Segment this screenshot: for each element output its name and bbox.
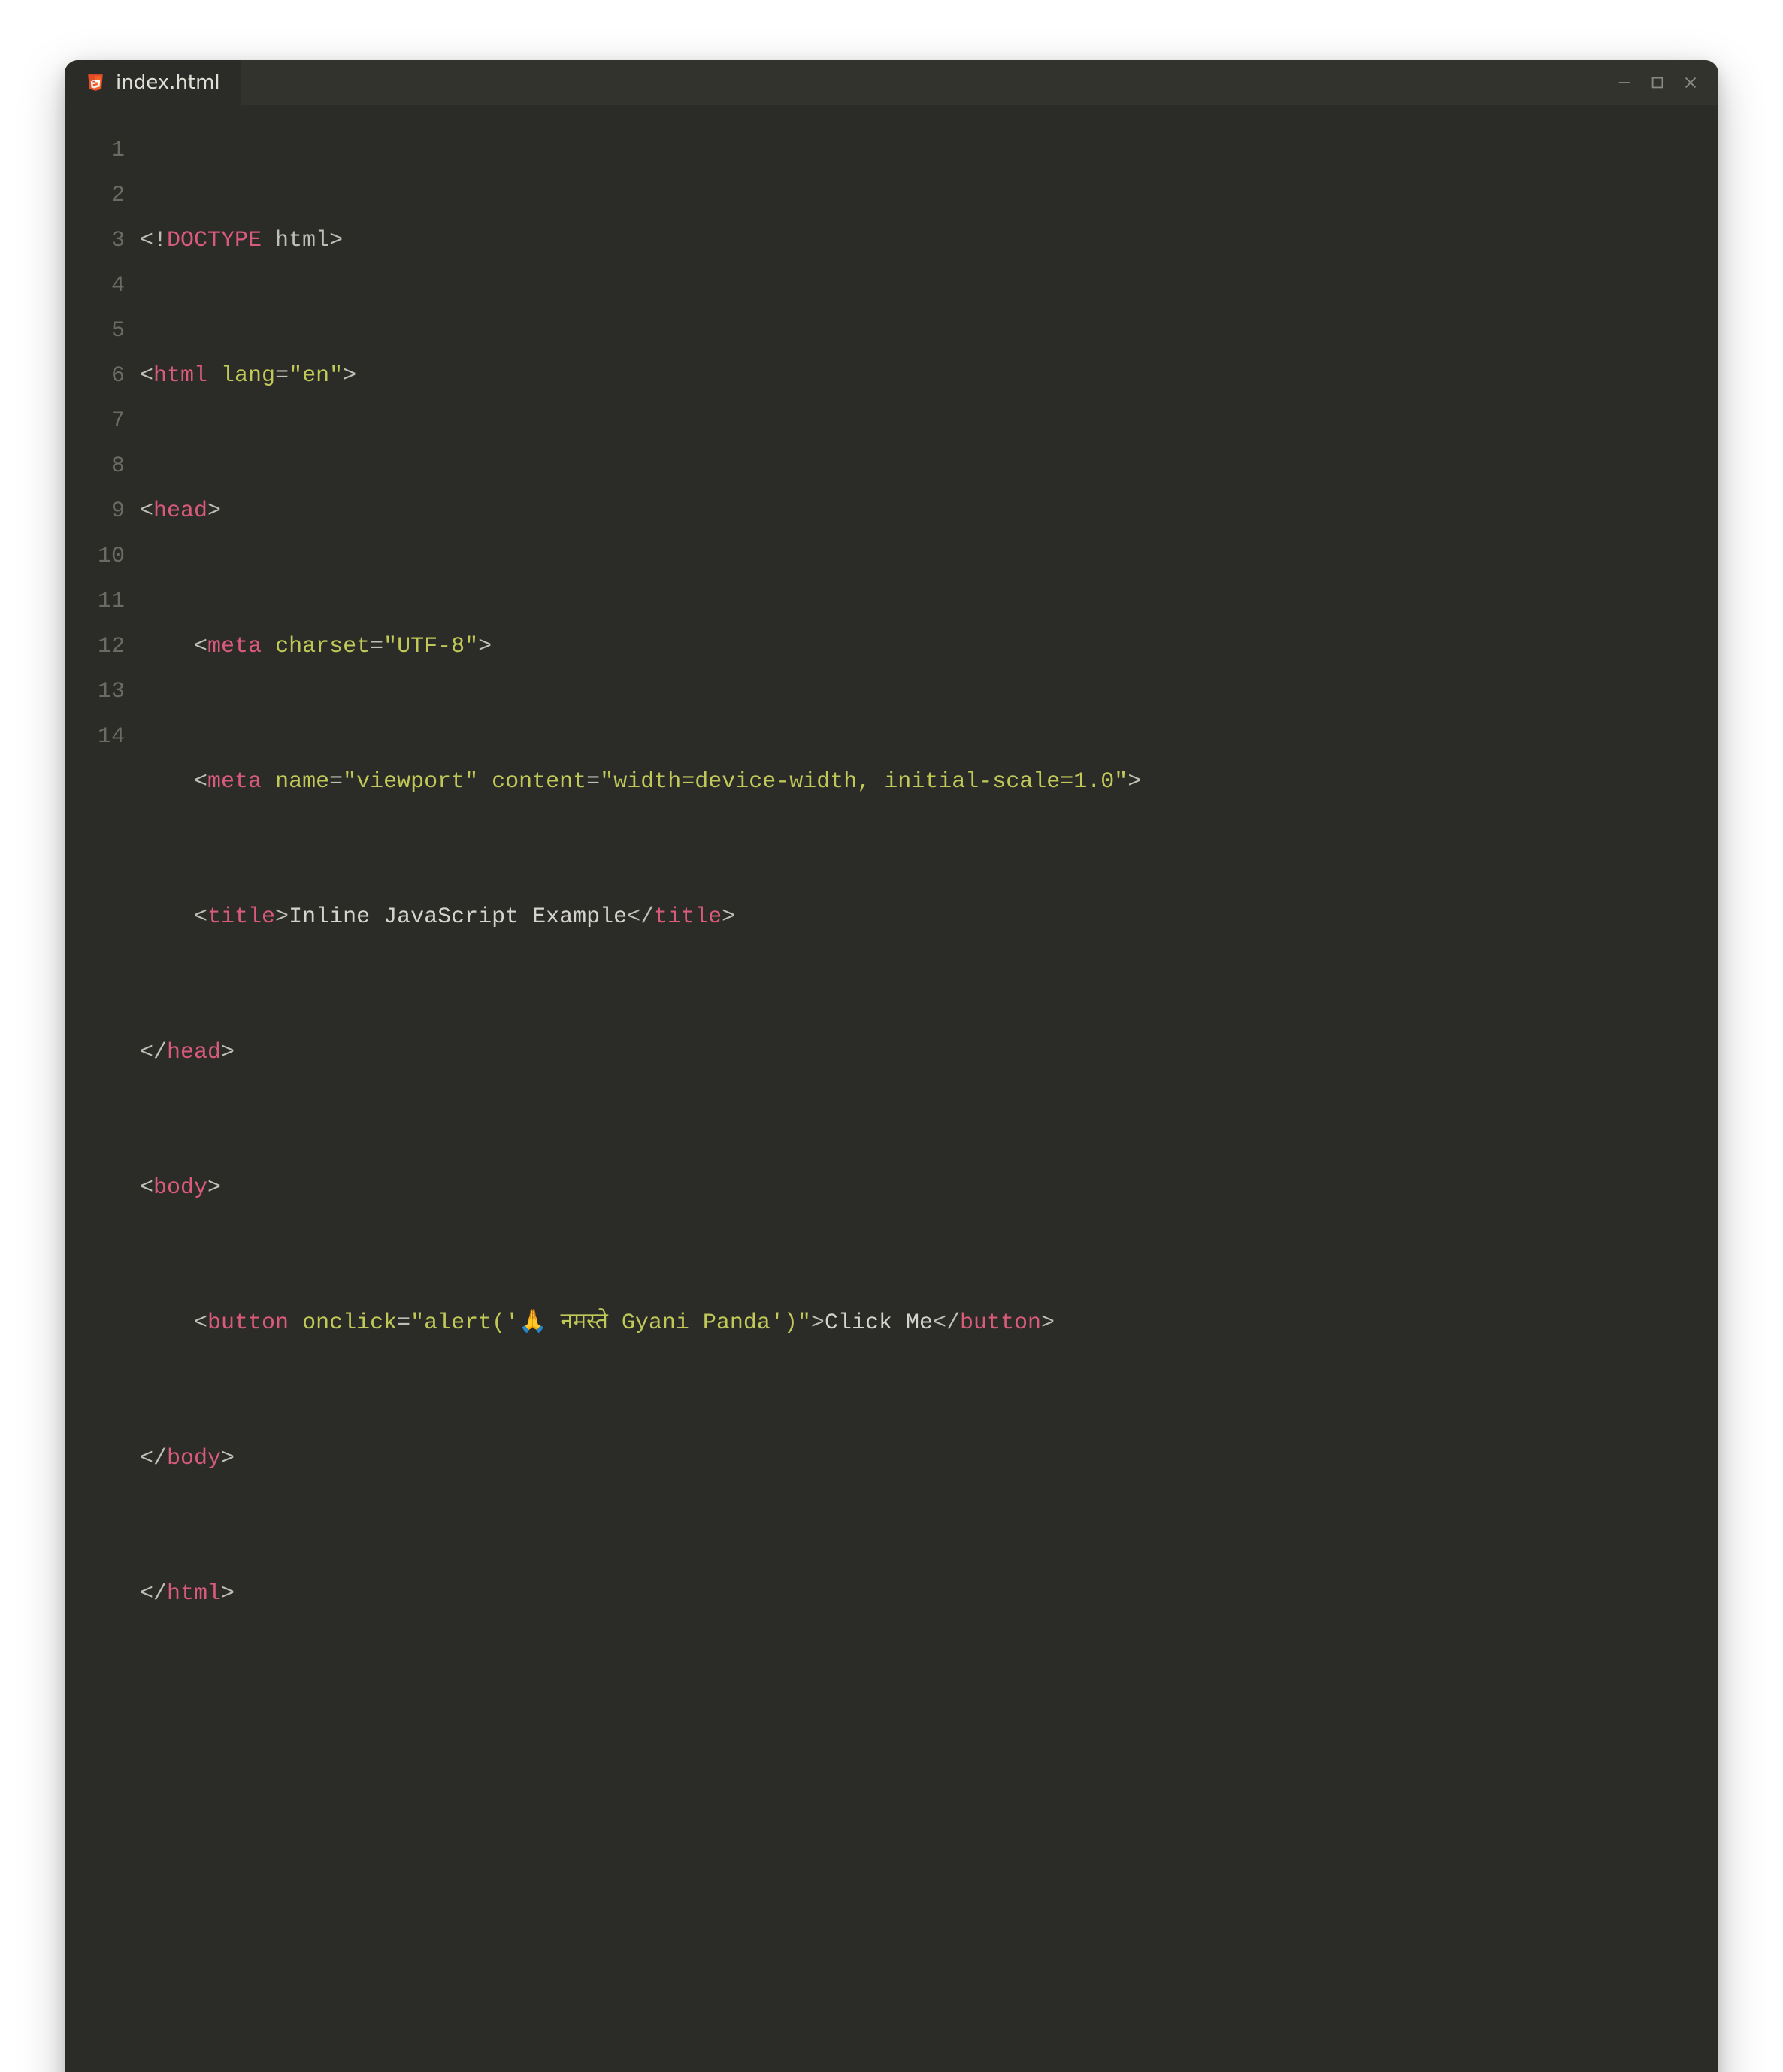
titlebar: index.html <box>65 60 1718 105</box>
line-number: 12 <box>65 624 125 669</box>
line-number: 1 <box>65 128 125 173</box>
code-line: </body> <box>140 1436 1718 1481</box>
line-number: 4 <box>65 263 125 308</box>
code-line: <body> <box>140 1165 1718 1210</box>
code-line: </head> <box>140 1030 1718 1075</box>
line-number: 13 <box>65 669 125 714</box>
code-content[interactable]: <!DOCTYPE html> <html lang="en"> <head> … <box>140 128 1718 2072</box>
maximize-button[interactable] <box>1648 73 1667 92</box>
line-number: 2 <box>65 173 125 218</box>
line-number: 14 <box>65 714 125 759</box>
code-area[interactable]: 1 2 3 4 5 6 7 8 9 10 11 12 13 14 <!DOCTY… <box>65 105 1718 2072</box>
line-number: 10 <box>65 534 125 579</box>
code-line: <title>Inline JavaScript Example</title> <box>140 895 1718 940</box>
line-number-gutter: 1 2 3 4 5 6 7 8 9 10 11 12 13 14 <box>65 128 140 2072</box>
code-line: <button onclick="alert('🙏 नमस्ते Gyani P… <box>140 1301 1718 1346</box>
code-line <box>140 1977 1718 2022</box>
code-line: <!DOCTYPE html> <box>140 218 1718 263</box>
line-number: 6 <box>65 353 125 398</box>
line-number: 5 <box>65 308 125 353</box>
line-number: 8 <box>65 444 125 489</box>
html5-icon <box>86 73 105 92</box>
code-line <box>140 1707 1718 1752</box>
editor-window: index.html 1 2 3 4 5 6 7 8 9 10 11 <box>65 60 1718 2072</box>
line-number: 9 <box>65 489 125 534</box>
code-line: <html lang="en"> <box>140 353 1718 398</box>
line-number: 3 <box>65 218 125 263</box>
close-button[interactable] <box>1681 73 1700 92</box>
line-number: 11 <box>65 579 125 624</box>
code-line: </html> <box>140 1571 1718 1616</box>
code-line <box>140 1842 1718 1887</box>
code-line: <meta charset="UTF-8"> <box>140 624 1718 669</box>
code-line: <head> <box>140 489 1718 534</box>
minimize-button[interactable] <box>1615 73 1634 92</box>
code-line: <meta name="viewport" content="width=dev… <box>140 759 1718 804</box>
window-controls <box>1615 73 1718 92</box>
line-number: 7 <box>65 398 125 444</box>
file-tab[interactable]: index.html <box>65 60 241 105</box>
tab-filename: index.html <box>116 71 220 94</box>
